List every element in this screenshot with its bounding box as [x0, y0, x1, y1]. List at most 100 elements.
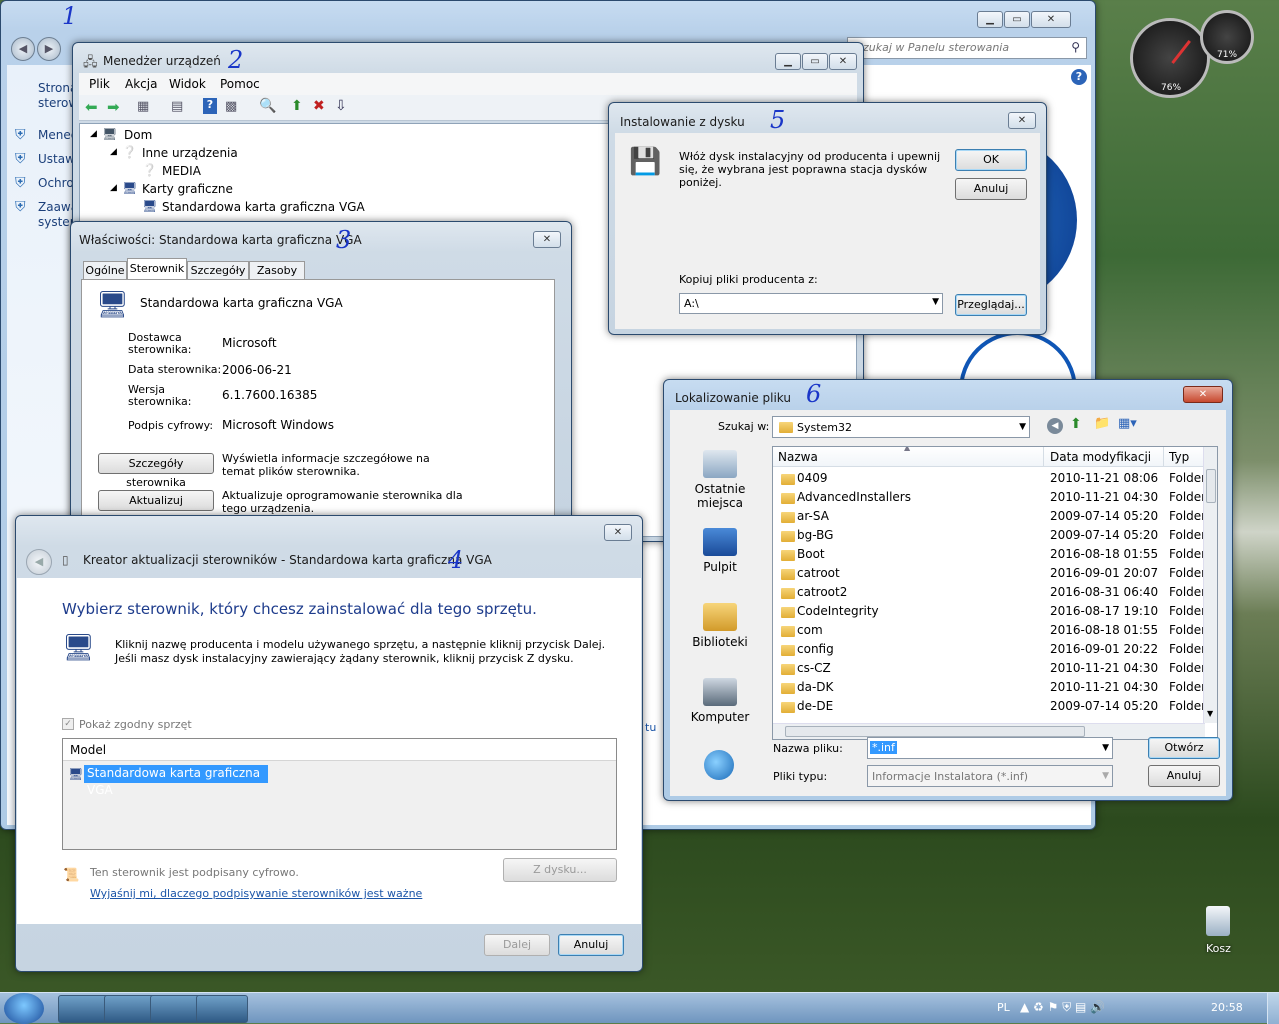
- file-row[interactable]: catroot 2016-09-01 20:07 Folder: [773, 564, 1205, 583]
- file-row[interactable]: de-DE 2009-07-14 05:20 Folder: [773, 697, 1205, 716]
- tab-general[interactable]: Ogólne: [83, 261, 127, 279]
- update-driver-button[interactable]: Aktualizuj sterownik...: [98, 490, 214, 526]
- driver-details-button[interactable]: Szczegóły sterownika: [98, 453, 214, 489]
- column-date[interactable]: Data modyfikacji: [1050, 450, 1151, 464]
- back-arrow-icon[interactable]: ⬅: [85, 98, 98, 116]
- cpu-meter-gadget[interactable]: 76%: [1130, 18, 1210, 98]
- dropdown-arrow-icon[interactable]: ▼: [1102, 771, 1109, 781]
- show-desktop-button[interactable]: [1267, 993, 1279, 1024]
- tab-details[interactable]: Szczegóły: [187, 261, 249, 279]
- minimize-button[interactable]: ▁: [977, 11, 1003, 28]
- file-row[interactable]: config 2016-09-01 20:22 Folder: [773, 640, 1205, 659]
- help-icon[interactable]: ?: [203, 98, 217, 114]
- maximize-button[interactable]: ▭: [1004, 11, 1030, 28]
- tree-item-display-adapters[interactable]: Karty graficzne: [142, 182, 233, 196]
- file-row[interactable]: AdvancedInstallers 2010-11-21 04:30 Folder: [773, 488, 1205, 507]
- sidebar-item-protection[interactable]: Ochro: [38, 176, 74, 190]
- dropdown-arrow-icon[interactable]: ▼: [1019, 422, 1026, 432]
- signing-info-link[interactable]: Wyjaśnij mi, dlaczego podpisywanie stero…: [90, 887, 422, 900]
- recycle-bin-icon[interactable]: [1206, 906, 1230, 936]
- back-icon[interactable]: ◀: [1047, 418, 1063, 434]
- search-input[interactable]: Szukaj w Panelu sterowania ⚲: [847, 37, 1087, 59]
- update-driver-icon[interactable]: ⬆: [291, 98, 303, 114]
- scrollbar-thumb[interactable]: [1206, 469, 1216, 503]
- next-button[interactable]: Dalej: [484, 934, 550, 956]
- up-folder-icon[interactable]: ⬆: [1070, 416, 1082, 432]
- place-recent[interactable]: Ostatnie miejsca: [680, 450, 760, 510]
- menu-view[interactable]: Widok: [169, 77, 206, 91]
- file-row[interactable]: da-DK 2010-11-21 04:30 Folder: [773, 678, 1205, 697]
- menu-file[interactable]: Plik: [89, 77, 110, 91]
- source-path-combo[interactable]: A:\ ▼: [679, 293, 943, 314]
- taskbar-chrome[interactable]: [58, 995, 110, 1023]
- file-row[interactable]: cs-CZ 2010-11-21 04:30 Folder: [773, 659, 1205, 678]
- close-button[interactable]: ✕: [533, 231, 561, 248]
- tree-item-vga[interactable]: Standardowa karta graficzna VGA: [162, 200, 365, 214]
- column-name[interactable]: Nazwa: [778, 450, 818, 464]
- close-button[interactable]: ✕: [1031, 11, 1071, 28]
- tree-item-media[interactable]: MEDIA: [162, 164, 201, 178]
- filename-combo[interactable]: *.inf ▼: [867, 737, 1113, 759]
- tree-view-icon[interactable]: ▦: [137, 99, 149, 114]
- close-button[interactable]: ✕: [1183, 386, 1223, 403]
- have-disk-button[interactable]: Z dysku...: [503, 858, 617, 882]
- browse-button[interactable]: Przeglądaj...: [955, 294, 1027, 316]
- menu-action[interactable]: Akcja: [125, 77, 157, 91]
- taskbar-device-manager[interactable]: [196, 995, 248, 1023]
- menu-help[interactable]: Pomoc: [220, 77, 260, 91]
- maximize-button[interactable]: ▭: [802, 53, 828, 70]
- new-folder-icon[interactable]: 📁: [1094, 416, 1110, 431]
- file-row[interactable]: 0409 2010-11-21 08:06 Folder: [773, 469, 1205, 488]
- start-button[interactable]: [4, 993, 44, 1024]
- forward-arrow-icon[interactable]: ➡: [107, 98, 120, 116]
- model-list-item[interactable]: Standardowa karta graficzna VGA: [84, 765, 268, 797]
- link-fragment[interactable]: tu: [645, 721, 656, 734]
- place-libraries[interactable]: Biblioteki: [680, 603, 760, 649]
- vertical-scrollbar[interactable]: ▼: [1203, 447, 1217, 723]
- clock[interactable]: 20:58: [1211, 1001, 1243, 1014]
- place-desktop[interactable]: Pulpit: [680, 528, 760, 574]
- file-row[interactable]: Boot 2016-08-18 01:55 Folder: [773, 545, 1205, 564]
- tab-resources[interactable]: Zasoby: [249, 261, 305, 279]
- close-button[interactable]: ✕: [1008, 112, 1036, 129]
- tree-expander[interactable]: ◢: [90, 129, 97, 139]
- dropdown-arrow-icon[interactable]: ▼: [1102, 743, 1109, 753]
- taskbar-explorer[interactable]: [104, 995, 156, 1023]
- file-row[interactable]: bg-BG 2009-07-14 05:20 Folder: [773, 526, 1205, 545]
- tree-item-other-devices[interactable]: Inne urządzenia: [142, 146, 238, 160]
- cancel-button[interactable]: Anuluj: [955, 178, 1027, 200]
- minimize-button[interactable]: ▁: [775, 53, 801, 70]
- file-row[interactable]: catroot2 2016-08-31 06:40 Folder: [773, 583, 1205, 602]
- column-type[interactable]: Typ: [1169, 450, 1189, 464]
- scan-hardware-icon[interactable]: 🔍: [259, 98, 276, 114]
- close-button[interactable]: ✕: [829, 53, 857, 70]
- tray-icons[interactable]: ▲ ♻ ⚑ ⛨ ▤ 🔊: [1020, 1000, 1105, 1015]
- help-icon[interactable]: ?: [1071, 69, 1087, 85]
- tab-driver[interactable]: Sterownik: [127, 258, 187, 280]
- file-row[interactable]: com 2016-08-18 01:55 Folder: [773, 621, 1205, 640]
- properties-icon[interactable]: ▤: [171, 99, 183, 114]
- scroll-down-icon[interactable]: ▼: [1207, 709, 1213, 718]
- ram-meter-gadget[interactable]: 71%: [1200, 10, 1254, 64]
- place-computer[interactable]: Komputer: [680, 678, 760, 724]
- ok-button[interactable]: OK: [955, 149, 1027, 171]
- forward-button[interactable]: ▶: [37, 37, 61, 61]
- file-row[interactable]: ar-SA 2009-07-14 05:20 Folder: [773, 507, 1205, 526]
- cancel-button[interactable]: Anuluj: [1148, 765, 1220, 787]
- view-icon[interactable]: ▩: [225, 99, 237, 114]
- disable-icon[interactable]: ⇩: [335, 98, 347, 114]
- cancel-button[interactable]: Anuluj: [558, 934, 624, 956]
- tree-expander[interactable]: ◢: [110, 147, 117, 157]
- filetype-combo[interactable]: Informacje Instalatora (*.inf) ▼: [867, 765, 1113, 787]
- open-button[interactable]: Otwórz: [1148, 737, 1220, 759]
- language-indicator[interactable]: PL: [997, 1001, 1010, 1014]
- model-list-header[interactable]: Model: [63, 739, 616, 761]
- back-button[interactable]: ◀: [11, 37, 35, 61]
- scrollbar-thumb[interactable]: [785, 726, 1085, 737]
- taskbar-control-panel[interactable]: [150, 995, 202, 1023]
- wizard-back-button[interactable]: ◀: [26, 549, 52, 575]
- compatible-checkbox[interactable]: ✓: [62, 718, 74, 730]
- uninstall-icon[interactable]: ✖: [313, 98, 325, 114]
- network-icon[interactable]: [704, 750, 734, 780]
- close-button[interactable]: ✕: [604, 524, 632, 541]
